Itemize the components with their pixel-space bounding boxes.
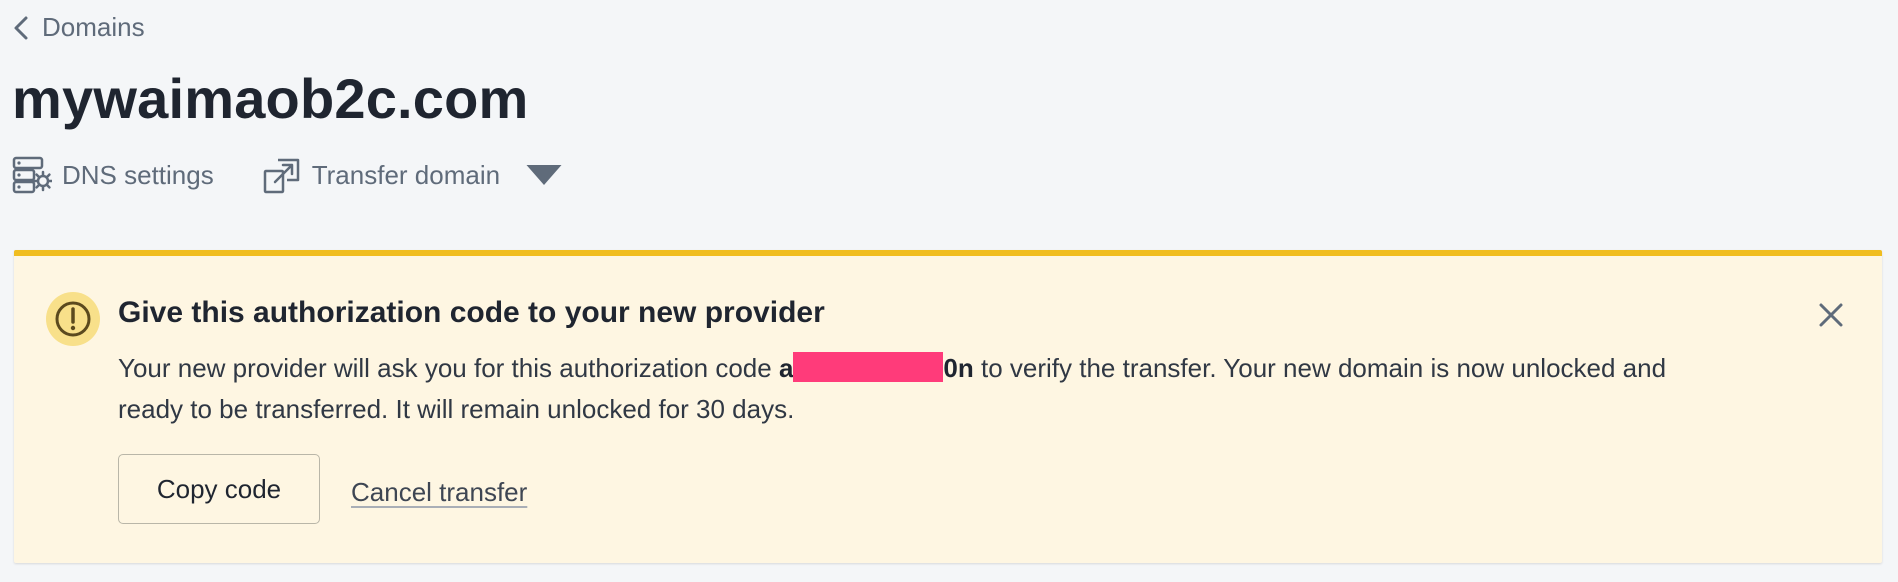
server-gear-icon xyxy=(12,156,52,194)
auth-code-start: a xyxy=(778,353,794,383)
alert-title: Give this authorization code to your new… xyxy=(118,296,825,329)
dns-settings-label: DNS settings xyxy=(62,159,214,190)
back-to-domains-link[interactable]: Domains xyxy=(12,12,145,43)
transfer-domain-label: Transfer domain xyxy=(311,159,501,190)
alert-message-prefix: Your new provider will ask you for this … xyxy=(118,353,779,383)
close-icon[interactable] xyxy=(1816,300,1846,330)
chevron-left-icon xyxy=(14,16,28,39)
dns-settings-button[interactable]: DNS settings xyxy=(12,155,214,195)
transfer-domain-dropdown[interactable]: Transfer domain xyxy=(262,155,564,195)
back-link-label: Domains xyxy=(42,12,145,42)
page: Domains mywaimaob2c.com DNS settings Tra… xyxy=(0,0,1898,582)
copy-code-button[interactable]: Copy code xyxy=(118,454,320,524)
domain-actions: DNS settings Transfer domain xyxy=(12,155,612,195)
cancel-transfer-link[interactable]: Cancel transfer xyxy=(351,477,527,508)
redaction-mark xyxy=(793,352,944,382)
external-transfer-icon xyxy=(263,158,299,194)
transfer-alert: Give this authorization code to your new… xyxy=(14,250,1882,563)
page-title: mywaimaob2c.com xyxy=(12,67,529,130)
authorization-code: a 0n xyxy=(778,352,974,383)
caret-down-icon xyxy=(526,165,562,185)
alert-message: Your new provider will ask you for this … xyxy=(118,348,1718,430)
exclamation-circle-icon xyxy=(46,292,100,346)
auth-code-end: 0n xyxy=(943,353,974,383)
